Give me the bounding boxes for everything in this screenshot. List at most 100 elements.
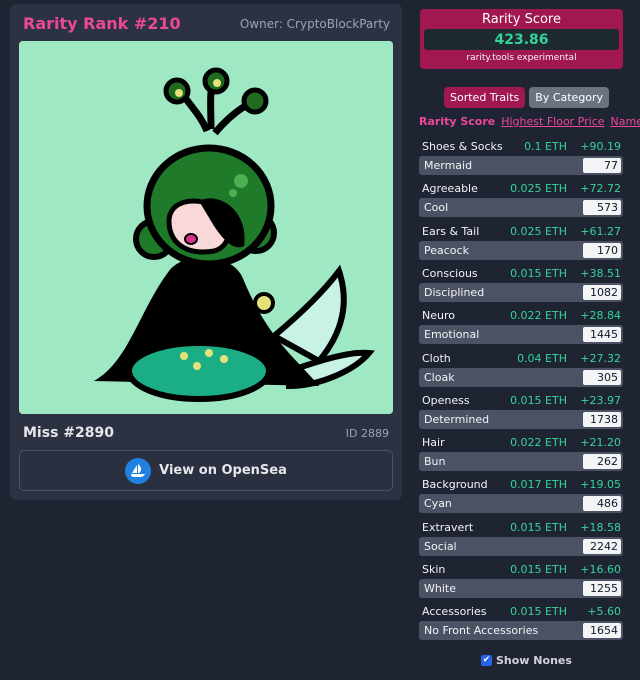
trait-row: Shoes & Socks 0.1 ETH +90.19 Mermaid 77 (419, 140, 623, 178)
trait-score: +72.72 (580, 182, 621, 196)
trait-floor-price: 0.025 ETH (510, 182, 567, 196)
rarity-score-title: Rarity Score (481, 12, 561, 27)
trait-value-bar[interactable]: Determined 1738 (419, 409, 623, 429)
trait-category: Hair (422, 436, 445, 450)
trait-floor-price: 0.015 ETH (510, 605, 567, 619)
sort-by-links: Rarity Score Highest Floor Price Name (419, 115, 640, 128)
trait-value-bar[interactable]: Bun 262 (419, 452, 623, 472)
trait-row: Accessories 0.015 ETH +5.60 No Front Access… (419, 605, 623, 643)
trait-value-bar[interactable]: Cool 573 (419, 198, 623, 218)
sorted-traits-button[interactable]: Sorted Traits (444, 87, 526, 108)
trait-row: Background 0.017 ETH +19.05 Cyan 486 (419, 478, 623, 516)
trait-row: Neuro 0.022 ETH +28.84 Emotional 1445 (419, 309, 623, 347)
owner-label[interactable]: Owner: CryptoBlockParty (240, 17, 390, 31)
rarity-score-value: 423.86 (494, 31, 549, 48)
sort-rarity-score-link[interactable]: Rarity Score (419, 115, 495, 128)
nft-name: Miss #2890 (23, 425, 114, 441)
trait-value-bar[interactable]: Social 2242 (419, 536, 623, 556)
trait-score: +61.27 (580, 224, 621, 238)
trait-category: Extravert (422, 520, 474, 534)
trait-header: Extravert 0.015 ETH +18.58 (422, 521, 621, 537)
trait-value: Cool (424, 201, 449, 215)
trait-count: 1255 (583, 581, 621, 596)
opensea-ship-icon (125, 457, 152, 484)
trait-value: Emotional (424, 328, 480, 342)
view-on-opensea-button[interactable]: View on OpenSea (19, 450, 393, 491)
trait-value: White (424, 582, 456, 595)
trait-score: +21.20 (580, 436, 621, 450)
trait-value-bar[interactable]: Cloak 305 (419, 367, 623, 387)
trait-value: No Front Accessories (424, 624, 539, 638)
trait-value: Cloak (424, 370, 455, 384)
trait-floor-price: 0.022 ETH (510, 309, 567, 323)
trait-value: Bun (424, 455, 446, 469)
trait-category: Agreeable (422, 182, 478, 196)
trait-header: Skin 0.015 ETH +16.60 (422, 563, 621, 579)
trait-count: 2242 (583, 538, 621, 554)
trait-row: Hair 0.022 ETH +21.20 Bun 262 (419, 436, 623, 474)
trait-value-bar[interactable]: Cyan 486 (419, 494, 623, 514)
trait-count: 1082 (583, 284, 621, 300)
sort-name-link[interactable]: Name (611, 115, 640, 128)
trait-header: Accessories 0.015 ETH +5.60 (422, 605, 621, 621)
trait-value: Social (424, 539, 457, 553)
sort-highest-floor-price-link[interactable]: Highest Floor Price (501, 115, 604, 128)
nft-image (19, 41, 393, 414)
trait-floor-price: 0.025 ETH (510, 224, 567, 238)
trait-count: 1445 (583, 327, 621, 343)
by-category-button[interactable]: By Category (529, 87, 610, 108)
trait-value: Disciplined (424, 285, 485, 299)
trait-score: +28.84 (580, 309, 621, 323)
trait-header: Ears & Tail 0.025 ETH +61.27 (422, 225, 621, 241)
trait-score: +23.97 (580, 393, 621, 407)
trait-count: 305 (583, 369, 621, 385)
trait-value-bar[interactable]: Emotional 1445 (419, 325, 623, 345)
trait-count: 170 (583, 242, 621, 258)
trait-value-bar[interactable]: Disciplined 1082 (419, 282, 623, 302)
trait-floor-price: 0.04 ETH (517, 351, 567, 365)
trait-row: Cloth 0.04 ETH +27.32 Cloak 305 (419, 352, 623, 390)
trait-row: Agreeable 0.025 ETH +72.72 Cool 573 (419, 182, 623, 220)
trait-value: Cyan (424, 497, 452, 511)
trait-header: Openess 0.015 ETH +23.97 (422, 394, 621, 410)
trait-score: +90.19 (580, 140, 621, 153)
trait-header: Conscious 0.015 ETH +38.51 (422, 267, 621, 283)
rarity-score-box: Rarity Score 423.86 rarity.tools experim… (420, 9, 623, 69)
checkmark-icon[interactable]: ✔ (481, 655, 492, 666)
show-nones-toggle[interactable]: ✔ Show Nones (481, 654, 572, 667)
trait-count: 1738 (583, 411, 621, 427)
trait-floor-price: 0.017 ETH (510, 478, 567, 492)
nft-id: ID 2889 (345, 427, 389, 440)
trait-count: 77 (583, 158, 621, 173)
trait-row: Conscious 0.015 ETH +38.51 Disciplined 1082 (419, 267, 623, 305)
trait-value-bar[interactable]: No Front Accessories 1654 (419, 621, 623, 641)
trait-count: 1654 (583, 623, 621, 639)
trait-category: Shoes & Socks (422, 140, 503, 153)
trait-row: Skin 0.015 ETH +16.60 White 1255 (419, 563, 623, 601)
show-nones-label: Show Nones (496, 654, 572, 667)
trait-value: Peacock (424, 243, 469, 257)
rarity-rank-title: Rarity Rank #210 (23, 14, 181, 33)
mermaid-girl-artwork (19, 41, 393, 414)
sort-toggle-group: Sorted Traits By Category (444, 87, 610, 108)
opensea-label: View on OpenSea (159, 463, 287, 478)
trait-header: Agreeable 0.025 ETH +72.72 (422, 182, 621, 198)
card-header: Rarity Rank #210 Owner: CryptoBlockParty (23, 14, 390, 34)
trait-category: Accessories (422, 605, 487, 619)
trait-header: Neuro 0.022 ETH +28.84 (422, 309, 621, 325)
trait-value-bar[interactable]: White 1255 (419, 579, 623, 598)
trait-value: Determined (424, 412, 490, 426)
nft-card: Rarity Rank #210 Owner: CryptoBlockParty (10, 4, 402, 500)
trait-floor-price: 0.015 ETH (510, 520, 567, 534)
trait-floor-price: 0.1 ETH (524, 140, 567, 153)
trait-category: Neuro (422, 309, 455, 323)
trait-category: Cloth (422, 351, 451, 365)
trait-value-bar[interactable]: Peacock 170 (419, 240, 623, 260)
trait-value-bar[interactable]: Mermaid 77 (419, 156, 623, 175)
trait-header: Background 0.017 ETH +19.05 (422, 478, 621, 494)
trait-floor-price: 0.015 ETH (510, 563, 567, 576)
trait-value: Mermaid (424, 159, 473, 172)
trait-score: +16.60 (580, 563, 621, 576)
trait-score: +38.51 (580, 266, 621, 280)
rarity-score-value-box: 423.86 (424, 29, 619, 50)
